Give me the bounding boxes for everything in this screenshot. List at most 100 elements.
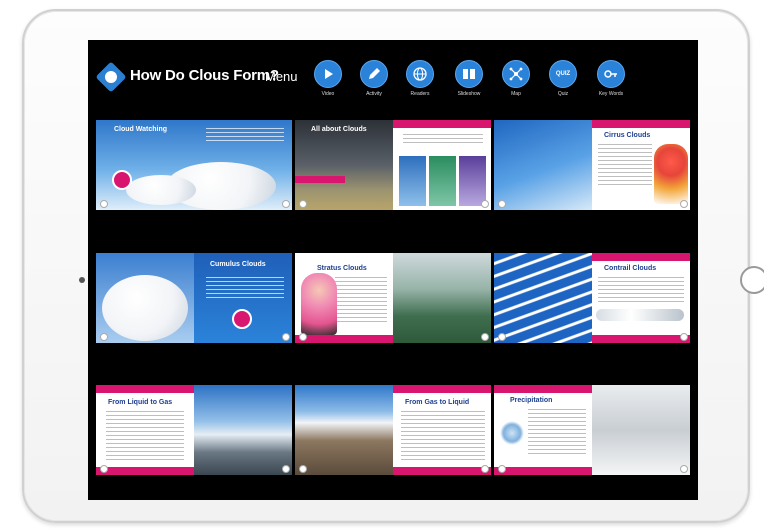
nav-map-label: Map <box>511 91 521 97</box>
pencil-icon <box>360 60 388 88</box>
cloud-logo-icon <box>299 333 307 341</box>
cloud-photo-2 <box>429 156 456 206</box>
cloud-logo-icon <box>299 465 307 473</box>
badge-icon <box>232 309 252 329</box>
nav-activity-label: Activity <box>366 91 382 97</box>
cloud-logo-icon <box>299 200 307 208</box>
nav-video-button[interactable]: Video <box>306 60 350 97</box>
next-arrow-icon[interactable] <box>481 200 489 208</box>
slide-thumbnail-from-liquid-to-gas[interactable]: From Liquid to Gas <box>96 385 292 475</box>
slide-title: Cumulus Clouds <box>210 261 266 268</box>
text-lines <box>401 411 485 461</box>
cloud-logo-icon <box>100 200 108 208</box>
text-lines <box>335 277 387 323</box>
globe-icon <box>406 60 434 88</box>
pink-header-bar <box>96 385 194 393</box>
slide-thumbnail-cloud-watching[interactable]: Cloud Watching <box>96 120 292 210</box>
slide-title: Contrail Clouds <box>604 265 657 272</box>
slide-thumbnail-precipitation[interactable]: Precipitation <box>494 385 690 475</box>
next-arrow-icon[interactable] <box>680 200 688 208</box>
text-lines <box>598 277 684 303</box>
slide-thumbnail-from-gas-to-liquid[interactable]: From Gas to Liquid <box>295 385 491 475</box>
next-arrow-icon[interactable] <box>282 200 290 208</box>
child-photo <box>301 273 337 335</box>
play-icon <box>314 60 342 88</box>
next-arrow-icon[interactable] <box>481 333 489 341</box>
slide-thumbnail-all-about-clouds[interactable]: All about Clouds <box>295 120 491 210</box>
snowy-forest-image <box>592 385 690 475</box>
nav-activity-button[interactable]: Activity <box>352 60 396 97</box>
slide-thumbnail-stratus-clouds[interactable]: Stratus Clouds <box>295 253 491 343</box>
text-lines <box>206 277 284 299</box>
nav-key-words-label: Key Words <box>598 91 624 97</box>
slide-title: Cirrus Clouds <box>604 132 651 139</box>
cloud-logo-icon <box>498 333 506 341</box>
nav-slideshow-button[interactable]: Slideshow <box>447 60 491 97</box>
cloud-logo-icon <box>498 200 506 208</box>
home-button[interactable] <box>740 266 764 294</box>
badge-icon <box>112 170 132 190</box>
cloud-logo-icon <box>100 333 108 341</box>
nav-key-words-button[interactable]: Key Words <box>589 60 633 97</box>
slide-title: Cloud Watching <box>114 126 168 133</box>
slide-title: From Liquid to Gas <box>108 399 173 406</box>
pink-header-bar <box>592 120 690 128</box>
pink-footer-bar <box>592 335 690 343</box>
pink-footer-bar <box>96 467 194 475</box>
app-screen: How Do Clous Form? Menu Video Activity R… <box>88 40 698 500</box>
key-icon <box>597 60 625 88</box>
pink-header-bar <box>393 120 491 128</box>
menu-label[interactable]: Menu <box>265 69 298 84</box>
pink-footer-bar <box>295 335 393 343</box>
next-arrow-icon[interactable] <box>282 333 290 341</box>
slide-title: Precipitation <box>510 397 553 404</box>
next-arrow-icon[interactable] <box>680 465 688 473</box>
cloud-image <box>126 175 196 205</box>
pink-banner <box>295 176 345 183</box>
nav-quiz-label: Quiz <box>557 91 569 97</box>
mountain-fog-image <box>393 253 491 343</box>
airplane-image <box>596 309 684 321</box>
quiz-icon: QUIZ <box>549 60 577 88</box>
storm-image <box>295 120 393 210</box>
text-lines <box>106 411 184 461</box>
snowflake-icon <box>500 421 524 445</box>
pink-header-bar <box>592 253 690 261</box>
slide-thumbnail-cumulus-clouds[interactable]: Cumulus Clouds <box>96 253 292 343</box>
cloud-photo-1 <box>399 156 426 206</box>
next-arrow-icon[interactable] <box>481 465 489 473</box>
camera <box>79 277 85 283</box>
pink-header-bar <box>393 385 491 393</box>
quiz-glyph: QUIZ <box>555 71 571 77</box>
page-title: How Do Clous Form? <box>130 67 279 84</box>
next-arrow-icon[interactable] <box>282 465 290 473</box>
app-logo-icon <box>95 61 127 93</box>
nav-video-label: Video <box>321 91 335 97</box>
text-lines <box>206 128 284 142</box>
nav-slideshow-label: Slideshow <box>457 91 481 97</box>
mountain-cloud-image <box>295 385 393 475</box>
next-arrow-icon[interactable] <box>680 333 688 341</box>
slide-title: From Gas to Liquid <box>405 399 470 406</box>
cloud-logo-icon <box>100 465 108 473</box>
slideshow-icon <box>455 60 483 88</box>
app-header: How Do Clous Form? Menu Video Activity R… <box>88 40 698 116</box>
slide-thumbnail-contrail-clouds[interactable]: Contrail Clouds <box>494 253 690 343</box>
child-photo <box>654 144 688 204</box>
slide-thumbnail-cirrus-clouds[interactable]: Cirrus Clouds <box>494 120 690 210</box>
text-lines <box>598 144 652 186</box>
pink-footer-bar <box>494 467 592 475</box>
nav-map-button[interactable]: Map <box>494 60 538 97</box>
nav-quiz-button[interactable]: QUIZ Quiz <box>541 60 585 97</box>
text-lines <box>403 134 483 146</box>
pink-header-bar <box>494 385 592 393</box>
steam-mountain-image <box>194 385 292 475</box>
text-lines <box>528 409 586 455</box>
cloud-photo-3 <box>459 156 486 206</box>
slide-title: All about Clouds <box>311 126 367 133</box>
cirrus-image <box>494 120 592 210</box>
nav-readers-button[interactable]: Readers <box>398 60 442 97</box>
cloud-image <box>102 275 188 341</box>
cloud-logo-icon <box>498 465 506 473</box>
slide-title: Stratus Clouds <box>317 265 367 272</box>
